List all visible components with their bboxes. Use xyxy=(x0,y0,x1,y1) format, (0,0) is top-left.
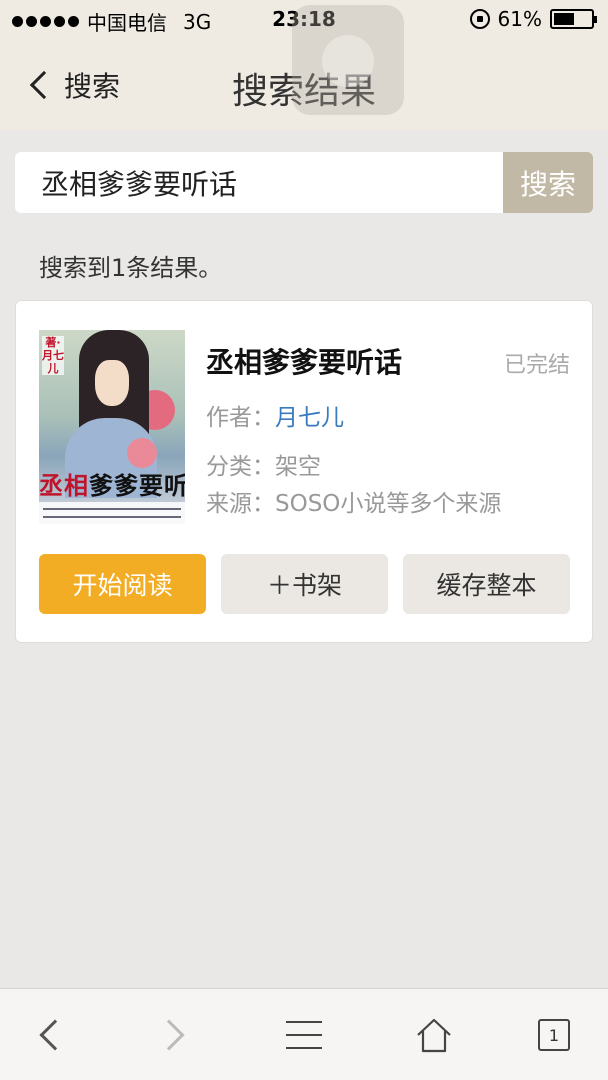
start-reading-button[interactable]: 开始阅读 xyxy=(39,554,206,614)
browser-menu-button[interactable] xyxy=(264,989,344,1080)
category-row: 分类：架空 xyxy=(206,447,321,481)
search-input[interactable] xyxy=(15,152,503,213)
author-row: 作者：月七儿 xyxy=(206,398,344,432)
category-label: 分类： xyxy=(206,454,275,480)
cover-flower-2 xyxy=(127,438,157,468)
result-count-text: 搜索到1条结果。 xyxy=(39,254,223,282)
result-card[interactable]: 著·月七儿 丞相爹爹要听话 丞相爹爹要听话 已完结 作者：月七儿 分类：架空 来… xyxy=(15,300,593,643)
author-label: 作者： xyxy=(206,405,275,431)
forward-icon xyxy=(153,1019,185,1051)
browser-tabs-button[interactable]: 1 xyxy=(514,989,594,1080)
cover-figure-face xyxy=(95,360,129,406)
assistive-touch-button[interactable] xyxy=(292,5,404,115)
status-badge: 已完结 xyxy=(503,353,570,378)
author-link[interactable]: 月七儿 xyxy=(275,405,344,431)
search-bar: 搜索 xyxy=(15,152,593,213)
menu-icon xyxy=(286,1021,322,1049)
browser-back-button[interactable] xyxy=(10,989,90,1080)
category-value: 架空 xyxy=(275,454,321,480)
search-button[interactable]: 搜索 xyxy=(503,152,593,213)
book-cover[interactable]: 著·月七儿 丞相爹爹要听话 xyxy=(39,330,185,524)
browser-toolbar: 1 xyxy=(0,988,608,1080)
cover-title: 丞相爹爹要听话 xyxy=(39,466,185,504)
book-title[interactable]: 丞相爹爹要听话 xyxy=(206,341,402,381)
cover-blurb xyxy=(39,502,185,524)
back-icon xyxy=(39,1019,71,1051)
add-to-shelf-button[interactable]: ＋书架 xyxy=(221,554,388,614)
cache-book-button[interactable]: 缓存整本 xyxy=(403,554,570,614)
browser-home-button[interactable] xyxy=(394,989,474,1080)
source-value: SOSO小说等多个来源 xyxy=(275,491,502,517)
battery-icon xyxy=(550,9,597,29)
source-row: 来源：SOSO小说等多个来源 xyxy=(206,484,501,518)
cover-author-tag: 著·月七儿 xyxy=(42,336,64,375)
cover-title-rest: 爹爹要听话 xyxy=(89,471,185,500)
battery-fill xyxy=(554,13,575,25)
battery-percent: 61% xyxy=(497,7,542,31)
status-right: 61% xyxy=(469,7,597,31)
tabs-icon: 1 xyxy=(538,1019,570,1051)
rotation-lock-icon xyxy=(469,9,490,29)
browser-forward-button[interactable] xyxy=(134,989,214,1080)
source-label: 来源： xyxy=(206,491,275,517)
cover-title-red: 丞相 xyxy=(39,471,89,500)
home-icon xyxy=(417,1018,451,1053)
